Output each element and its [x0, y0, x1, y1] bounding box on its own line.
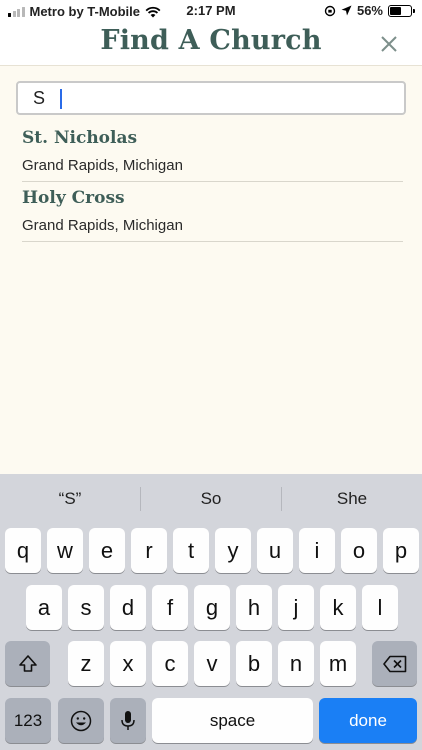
key-s[interactable]: s — [68, 585, 104, 630]
key-z[interactable]: z — [68, 641, 104, 686]
close-icon — [381, 36, 397, 52]
key-u[interactable]: u — [257, 528, 293, 573]
church-location: Grand Rapids, Michigan — [22, 217, 183, 234]
close-button[interactable] — [378, 33, 400, 55]
key-r[interactable]: r — [131, 528, 167, 573]
status-right: 56% — [324, 3, 415, 18]
key-x[interactable]: x — [110, 641, 146, 686]
church-location: Grand Rapids, Michigan — [22, 157, 183, 174]
key-j[interactable]: j — [278, 585, 314, 630]
key-l[interactable]: l — [362, 585, 398, 630]
key-v[interactable]: v — [194, 641, 230, 686]
list-item[interactable]: St. Nicholas Grand Rapids, Michigan — [22, 122, 403, 182]
church-name: Holy Cross — [22, 188, 125, 208]
key-h[interactable]: h — [236, 585, 272, 630]
key-k[interactable]: k — [320, 585, 356, 630]
results-list: St. Nicholas Grand Rapids, Michigan Holy… — [22, 122, 403, 242]
suggestion-item[interactable]: “S” — [0, 489, 140, 509]
numbers-key[interactable]: 123 — [5, 698, 51, 743]
emoji-key[interactable] — [58, 698, 104, 743]
key-w[interactable]: w — [47, 528, 83, 573]
dictation-key[interactable] — [110, 698, 146, 743]
emoji-icon — [70, 710, 92, 731]
church-name: St. Nicholas — [22, 128, 138, 148]
suggestion-item[interactable]: So — [141, 489, 281, 509]
suggestion-bar: “S” So She — [0, 474, 422, 524]
key-y[interactable]: y — [215, 528, 251, 573]
app-header: Find A Church — [0, 22, 422, 66]
battery-percent: 56% — [356, 3, 383, 18]
key-d[interactable]: d — [110, 585, 146, 630]
text-caret — [60, 89, 62, 109]
key-p[interactable]: p — [383, 528, 419, 573]
search-input[interactable] — [18, 83, 404, 113]
key-o[interactable]: o — [341, 528, 377, 573]
shift-key[interactable] — [5, 641, 50, 686]
suggestion-item[interactable]: She — [282, 489, 422, 509]
orientation-lock-icon — [324, 5, 336, 16]
key-g[interactable]: g — [194, 585, 230, 630]
backspace-key[interactable] — [372, 641, 417, 686]
page-title: Find A Church — [100, 25, 322, 56]
status-bar: Metro by T-Mobile 2:17 PM 56% — [0, 0, 422, 22]
key-q[interactable]: q — [5, 528, 41, 573]
microphone-icon — [121, 710, 135, 730]
key-f[interactable]: f — [152, 585, 188, 630]
key-c[interactable]: c — [152, 641, 188, 686]
key-b[interactable]: b — [236, 641, 272, 686]
battery-fill — [390, 6, 402, 15]
shift-icon — [18, 654, 37, 672]
list-item[interactable]: Holy Cross Grand Rapids, Michigan — [22, 182, 403, 242]
search-box[interactable] — [16, 81, 406, 115]
key-n[interactable]: n — [278, 641, 314, 686]
backspace-icon — [382, 655, 406, 672]
key-e[interactable]: e — [89, 528, 125, 573]
battery-icon — [388, 4, 415, 17]
key-a[interactable]: a — [26, 585, 62, 630]
key-m[interactable]: m — [320, 641, 356, 686]
location-icon — [341, 5, 352, 16]
key-i[interactable]: i — [299, 528, 335, 573]
done-key[interactable]: done — [319, 698, 417, 743]
keyboard: “S” So She 123 space done q w e r t y u … — [0, 474, 422, 750]
space-key[interactable]: space — [152, 698, 313, 743]
key-t[interactable]: t — [173, 528, 209, 573]
